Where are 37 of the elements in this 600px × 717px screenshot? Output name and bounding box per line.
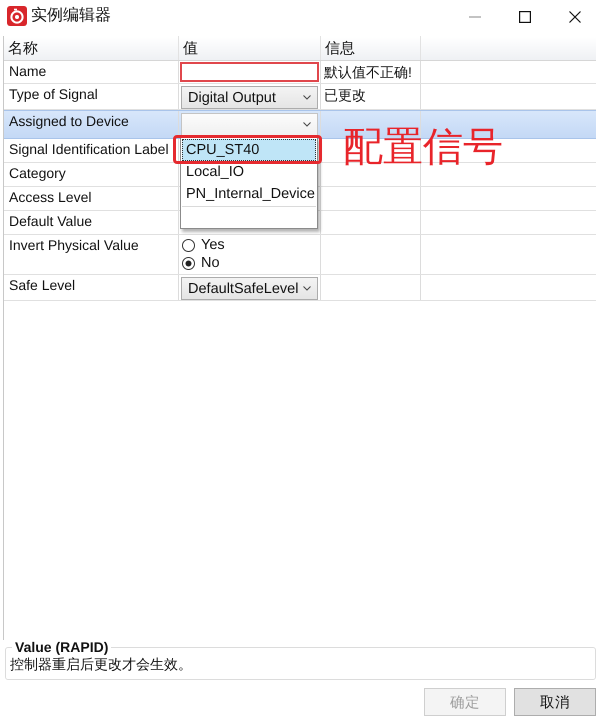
radio-button[interactable]: Yes [182,236,320,254]
property-name: Default Value [8,212,92,230]
column-header: 值 [183,38,198,58]
dropdown-option[interactable]: Local_IO [182,161,316,183]
table-row[interactable]: Name 默认值不正确! [4,61,596,84]
property-name: Signal Identification Label [8,140,169,158]
dropdown[interactable]: Digital Output [181,86,318,109]
dropdown[interactable] [181,113,318,136]
maximize-icon [519,10,531,22]
description-text: 控制器重启后更改才会生效。 [10,655,193,673]
caret-icon [303,95,311,100]
app-icon [7,6,27,26]
column-header: 名称 [8,38,38,58]
window-title: 实例编辑器 [31,6,111,26]
radio-button[interactable]: No [182,254,320,272]
property-name: Name [8,62,46,80]
table-row[interactable]: Default Value [4,211,596,235]
property-name: Invert Physical Value [8,236,139,254]
text-field[interactable] [180,62,319,82]
property-name: Category [8,164,66,182]
dropdown-option[interactable]: CPU_ST40 [182,139,316,161]
description-title: Value (RAPID) [14,640,110,655]
property-name: Safe Level [8,276,76,294]
property-name: Assigned to Device [8,112,129,130]
info-text: 已更改 [323,86,366,104]
table-row[interactable]: Invert Physical Value Yes No [4,235,596,275]
caret-icon [303,286,311,291]
close-icon [569,10,581,22]
property-name: Type of Signal [8,85,98,103]
info-text: 默认值不正确! [323,63,412,81]
column-header: 信息 [325,38,355,58]
dropdown[interactable]: DefaultSafeLevel [181,277,318,300]
table-row[interactable]: Safe Level DefaultSafeLevel [4,275,596,301]
minimize-icon [469,16,481,18]
caret-icon [303,122,311,127]
property-name: Access Level [8,188,92,206]
cancel-button[interactable]: 取消 [514,688,596,716]
